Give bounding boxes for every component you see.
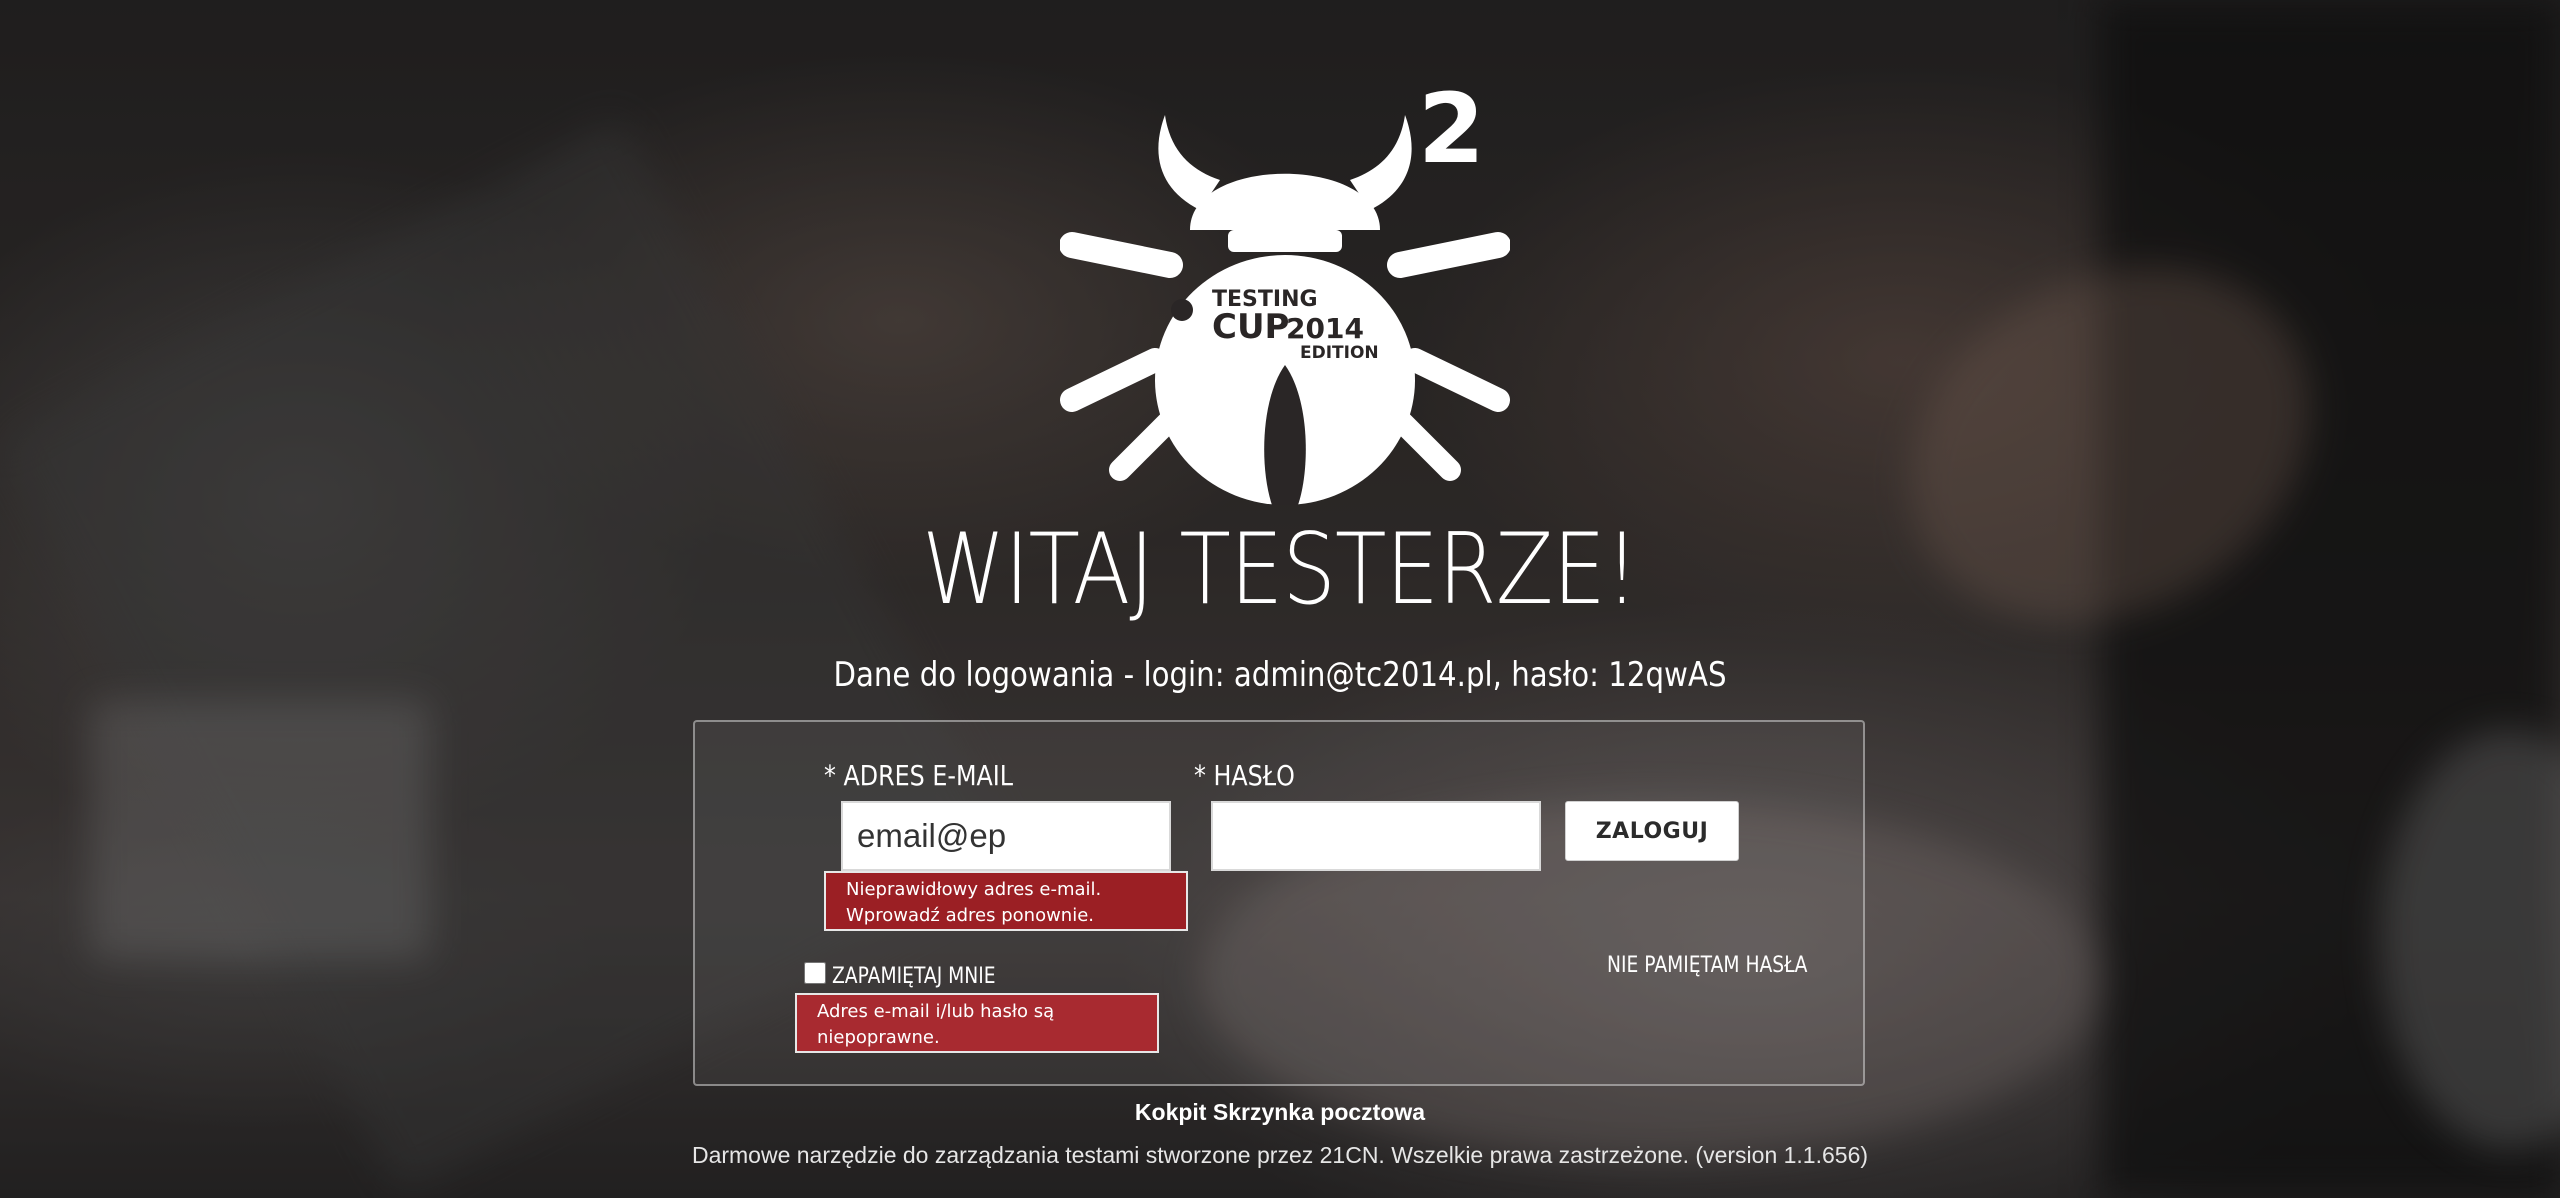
password-label: * HASŁO	[1194, 759, 1295, 792]
email-input[interactable]	[841, 801, 1171, 871]
auth-error-message: Adres e-mail i/lub hasło są niepoprawne.	[795, 993, 1159, 1053]
password-input[interactable]	[1211, 801, 1541, 871]
footer-link-mailbox[interactable]: Skrzynka pocztowa	[1213, 1099, 1425, 1125]
email-error-message: Nieprawidłowy adres e-mail. Wprowadź adr…	[824, 871, 1188, 931]
remember-me[interactable]: ZAPAMIĘTAJ MNIE	[804, 956, 1025, 989]
email-label: * ADRES E-MAIL	[824, 759, 1014, 792]
page-title: WITAJ TESTERZE!	[922, 513, 1639, 627]
svg-text:2: 2	[1418, 73, 1485, 185]
footer-link-dashboard[interactable]: Kokpit	[1135, 1099, 1207, 1125]
forgot-password-link[interactable]: NIE PAMIĘTAM HASŁA	[1607, 953, 1807, 978]
svg-text:CUP: CUP	[1212, 307, 1289, 347]
remember-me-checkbox[interactable]	[804, 961, 826, 984]
login-button[interactable]: ZALOGUJ	[1565, 801, 1739, 861]
svg-text:EDITION: EDITION	[1300, 343, 1379, 363]
footer-links: Kokpit Skrzynka pocztowa	[0, 1097, 2560, 1127]
remember-me-label[interactable]: ZAPAMIĘTAJ MNIE	[832, 964, 996, 989]
copyright-text: Darmowe narzędzie do zarządzania testami…	[691, 1142, 1869, 1168]
credentials-hint: Dane do logowania - login: admin@tc2014.…	[833, 655, 1727, 695]
testing-cup-bug-logo: TESTING CUP 2014 EDITION 2	[1060, 73, 1510, 505]
svg-text:2014: 2014	[1286, 312, 1364, 345]
